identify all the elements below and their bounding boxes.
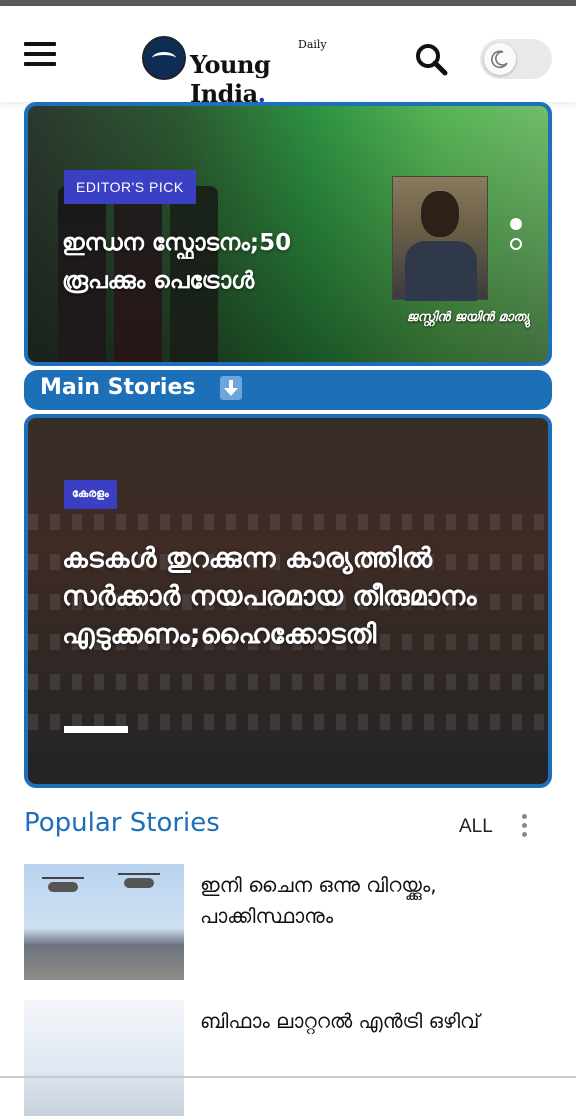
category-badge[interactable]: കേരളം (64, 480, 117, 509)
divider (0, 1076, 576, 1078)
list-item[interactable]: ബിഫാം ലാറ്ററൽ എൻട്രി ഒഴിവ് (24, 1000, 552, 1116)
moon-icon (484, 43, 516, 75)
author-byline: ജസ്റ്റിൻ ജയിൻ മാത്യു (406, 310, 530, 325)
lead-headline[interactable]: കടകൾ തുറക്കുന്ന കാര്യത്തിൽ സർക്കാർ നയപരമ… (62, 540, 532, 654)
all-link[interactable]: ALL (459, 816, 493, 838)
dark-mode-toggle[interactable] (480, 39, 552, 79)
story-title[interactable]: ഇനി ചൈന ഒന്നു വിറയ്ക്കും, പാക്കിസ്ഥാനും (200, 870, 550, 932)
section-title: Popular Stories (24, 808, 220, 838)
category-badge[interactable]: EDITOR'S PICK (64, 170, 196, 204)
logo-emblem-icon (142, 36, 186, 80)
story-title[interactable]: ബിഫാം ലാറ്ററൽ എൻട്രി ഒഴിവ് (200, 1006, 550, 1037)
arrow-down-icon (220, 376, 242, 400)
carousel-dot[interactable] (510, 238, 522, 250)
story-thumbnail (24, 1000, 184, 1116)
main-stories-header[interactable]: Main Stories (24, 370, 552, 410)
hamburger-menu-icon[interactable] (24, 42, 56, 68)
lead-story-card[interactable]: കേരളം കടകൾ തുറക്കുന്ന കാര്യത്തിൽ സർക്കാർ… (24, 414, 552, 788)
list-item[interactable]: ഇനി ചൈന ഒന്നു വിറയ്ക്കും, പാക്കിസ്ഥാനും (24, 864, 552, 980)
carousel-dots[interactable] (510, 218, 526, 258)
site-logo[interactable]: Daily Young India. (142, 32, 342, 108)
main-stories-label: Main Stories (40, 375, 196, 400)
featured-headline[interactable]: ഇന്ധന സ്ഫോടനം;50 രൂപക്കും പെട്രോൾ (62, 224, 382, 300)
app-header: Daily Young India. (0, 6, 576, 108)
logo-title: Young India. (190, 50, 271, 108)
more-options-icon[interactable] (522, 814, 532, 842)
carousel-dot[interactable] (510, 218, 522, 230)
editors-pick-card[interactable]: EDITOR'S PICK ഇന്ധന സ്ഫോടനം;50 രൂപക്കും … (24, 102, 552, 366)
author-photo (392, 176, 488, 301)
slider-indicator[interactable] (64, 726, 128, 733)
story-thumbnail (24, 864, 184, 980)
search-icon[interactable] (414, 42, 448, 76)
